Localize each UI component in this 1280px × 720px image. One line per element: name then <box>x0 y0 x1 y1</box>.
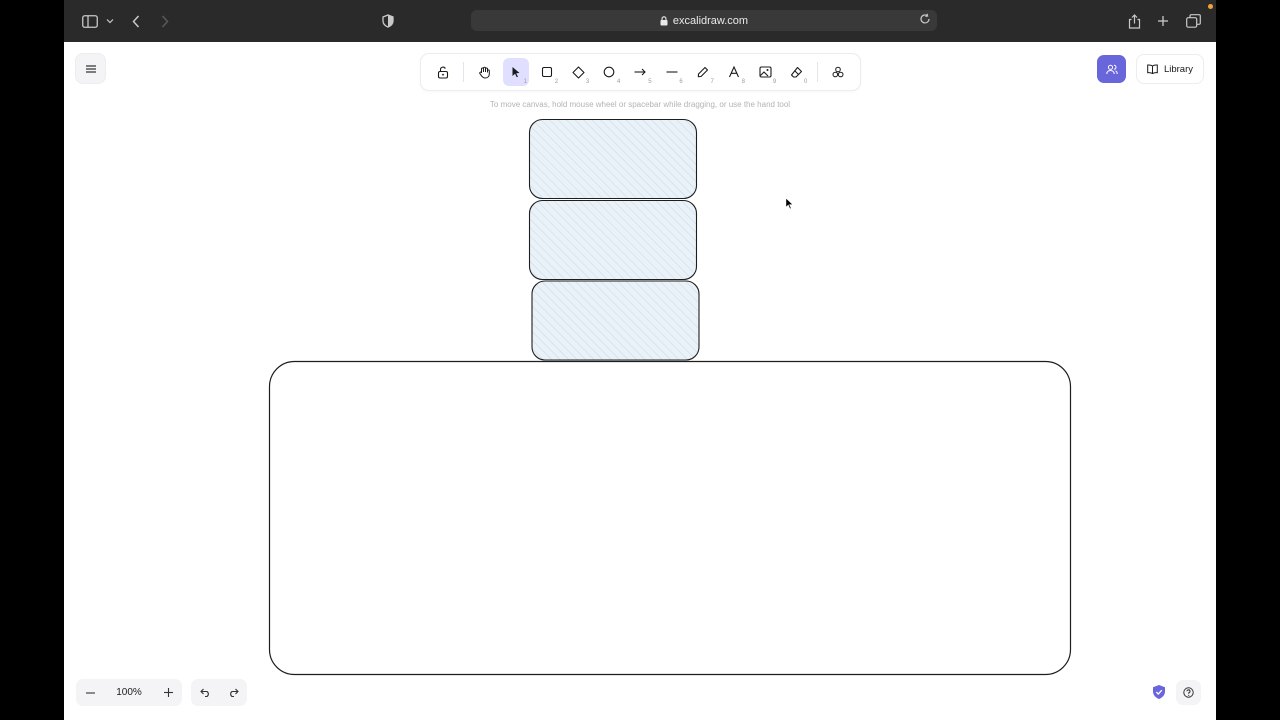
tool-shortcut: 8 <box>741 79 745 85</box>
draw-tool-button[interactable]: 7 <box>690 58 716 86</box>
back-icon[interactable] <box>126 11 146 31</box>
rectangle-shape-base <box>268 360 1072 676</box>
drawing-canvas[interactable] <box>64 42 1216 720</box>
encryption-shield-icon[interactable] <box>1151 684 1167 700</box>
arrow-icon <box>634 68 647 76</box>
chevron-down-icon[interactable] <box>100 11 120 31</box>
tool-shortcut: 3 <box>585 79 590 85</box>
ellipse-icon <box>603 66 615 78</box>
tool-shortcut: 4 <box>617 79 621 85</box>
pencil-icon <box>697 66 708 78</box>
zoom-out-button[interactable] <box>76 679 104 706</box>
shapes-toolbar: 1 2 3 4 5 6 7 8 9 0 <box>421 54 860 90</box>
text-icon <box>728 66 739 78</box>
diamond-tool-button[interactable]: 3 <box>565 58 591 86</box>
book-icon <box>1147 64 1158 74</box>
library-button[interactable]: Library <box>1137 55 1203 83</box>
browser-toolbar: excalidraw.com <box>64 0 1216 42</box>
sidebar-toggle-icon[interactable] <box>80 11 100 31</box>
screen: excalidraw.com 1 2 3 4 5 6 7 8 9 0 To mo… <box>0 0 1280 720</box>
rectangle-shape-2 <box>528 199 698 281</box>
pointer-icon <box>512 67 520 78</box>
arrow-tool-button[interactable]: 5 <box>627 58 653 86</box>
live-collaboration-button[interactable] <box>1097 55 1126 83</box>
tool-shortcut: 7 <box>710 79 714 85</box>
extra-tools-button[interactable] <box>825 58 851 86</box>
text-tool-button[interactable]: 8 <box>721 58 747 86</box>
plus-icon <box>163 688 173 697</box>
shapes-icon <box>832 66 844 78</box>
line-tool-button[interactable]: 6 <box>659 58 685 86</box>
hand-icon <box>479 66 490 79</box>
unlock-icon <box>437 66 448 79</box>
tool-shortcut: 2 <box>554 79 559 85</box>
tool-shortcut: 6 <box>679 79 683 85</box>
hamburger-icon <box>85 64 96 73</box>
redo-button[interactable] <box>219 679 247 706</box>
tool-shortcut: 1 <box>523 79 527 85</box>
history-controls <box>191 679 247 706</box>
url-text: excalidraw.com <box>672 14 749 27</box>
undo-button[interactable] <box>191 679 219 706</box>
lock-tool-button[interactable] <box>430 58 456 86</box>
main-menu-button[interactable] <box>76 54 105 83</box>
canvas-hint-text: To move canvas, hold mouse wheel or spac… <box>489 100 791 109</box>
help-icon <box>1183 687 1194 698</box>
reload-icon[interactable] <box>919 13 931 28</box>
rectangle-shape-3 <box>531 280 700 361</box>
redo-icon <box>229 688 239 697</box>
image-icon <box>759 66 772 78</box>
share-icon[interactable] <box>1124 11 1144 31</box>
line-icon <box>666 71 678 73</box>
tool-shortcut: 0 <box>803 79 808 85</box>
address-bar[interactable]: excalidraw.com <box>471 10 937 31</box>
users-icon <box>1105 64 1118 74</box>
minus-icon <box>85 691 95 694</box>
eraser-tool-button[interactable]: 0 <box>783 58 809 86</box>
library-label: Library <box>1163 63 1194 75</box>
rectangle-tool-button[interactable]: 2 <box>534 58 560 86</box>
selection-tool-button[interactable]: 1 <box>502 58 529 86</box>
tool-shortcut: 5 <box>648 79 652 85</box>
zoom-level[interactable]: 100% <box>104 687 154 698</box>
notification-dot <box>1208 4 1213 9</box>
rectangle-shape-1 <box>528 118 698 200</box>
privacy-shield-icon[interactable] <box>378 11 398 31</box>
excalidraw-app: 1 2 3 4 5 6 7 8 9 0 To move canvas, hold… <box>64 42 1216 720</box>
ellipse-tool-button[interactable]: 4 <box>596 58 622 86</box>
tab-overview-icon[interactable] <box>1183 11 1203 31</box>
diamond-icon <box>572 65 585 79</box>
zoom-in-button[interactable] <box>154 679 182 706</box>
forward-icon[interactable] <box>155 11 175 31</box>
canvas-shapes[interactable] <box>268 118 1072 676</box>
lock-icon <box>660 15 668 26</box>
tool-shortcut: 9 <box>772 79 777 85</box>
image-tool-button[interactable]: 9 <box>752 58 778 86</box>
rectangle-icon <box>541 66 553 78</box>
help-button[interactable] <box>1176 680 1201 705</box>
toolbar-divider <box>816 62 818 82</box>
new-tab-icon[interactable] <box>1153 11 1173 31</box>
undo-icon <box>199 688 209 697</box>
hand-tool-button[interactable] <box>472 58 498 86</box>
zoom-controls: 100% <box>76 679 182 706</box>
toolbar-divider <box>463 62 465 82</box>
eraser-icon <box>790 66 802 78</box>
mouse-cursor-icon <box>785 196 794 215</box>
